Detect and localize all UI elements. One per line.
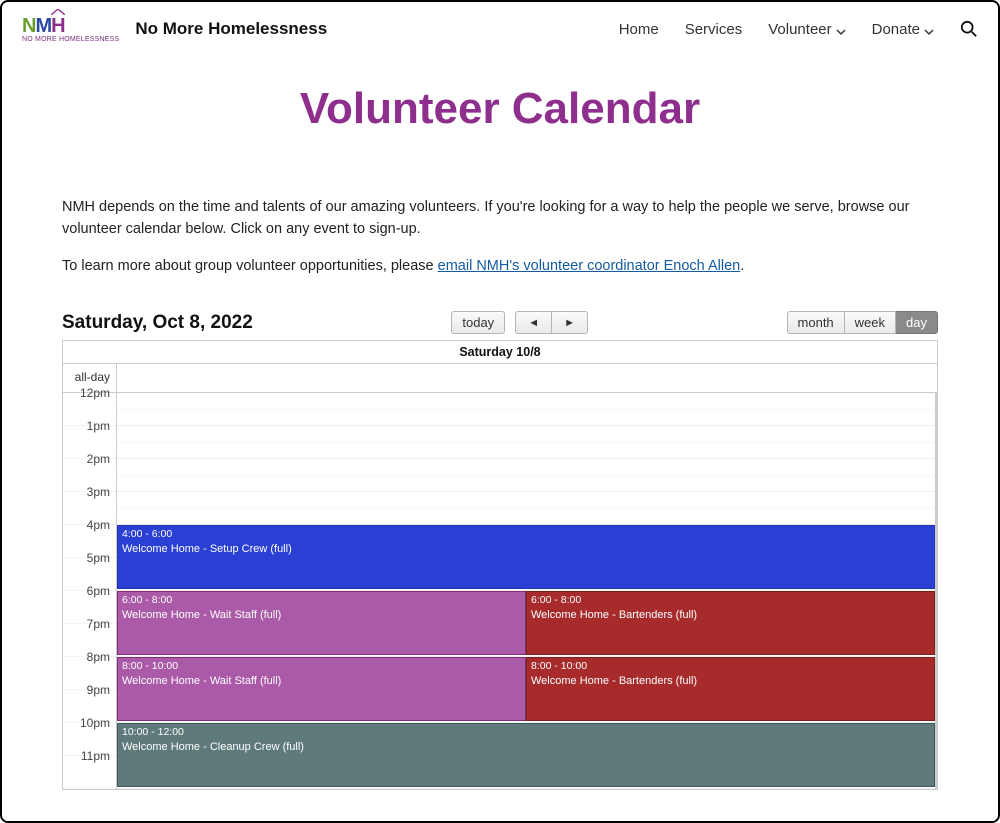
- event-bartenders-1[interactable]: 6:00 - 8:00 Welcome Home - Bartenders (f…: [526, 591, 935, 655]
- hour-label: 8pm: [87, 650, 110, 664]
- event-title: Welcome Home - Setup Crew (full): [122, 542, 930, 556]
- hour-label: 12pm: [80, 386, 110, 400]
- time-slots[interactable]: 4:00 - 6:00 Welcome Home - Setup Crew (f…: [117, 393, 937, 789]
- hour-label: 2pm: [87, 452, 110, 466]
- logo-tagline: NO MORE HOMELESSNESS: [22, 36, 119, 43]
- site-header: NMH NO MORE HOMELESSNESS No More Homeles…: [2, 2, 998, 56]
- event-title: Welcome Home - Cleanup Crew (full): [122, 740, 930, 754]
- calendar-toolbar: Saturday, Oct 8, 2022 today ◄ ► month we…: [62, 311, 938, 334]
- month-view-button[interactable]: month: [787, 311, 845, 334]
- learn-prefix: To learn more about group volunteer oppo…: [62, 258, 438, 274]
- volunteer-coordinator-email-link[interactable]: email NMH's volunteer coordinator Enoch …: [438, 258, 741, 274]
- intro-paragraph: NMH depends on the time and talents of o…: [62, 196, 938, 241]
- hour-label: 1pm: [87, 419, 110, 433]
- next-button[interactable]: ►: [552, 311, 588, 334]
- event-time: 6:00 - 8:00: [531, 594, 930, 608]
- event-title: Welcome Home - Wait Staff (full): [122, 608, 521, 622]
- event-time: 10:00 - 12:00: [122, 726, 930, 740]
- intro-text: NMH depends on the time and talents of o…: [2, 196, 998, 277]
- site-title: No More Homelessness: [135, 19, 327, 39]
- event-time: 8:00 - 10:00: [122, 660, 521, 674]
- event-time: 8:00 - 10:00: [531, 660, 930, 674]
- nav-volunteer[interactable]: Volunteer: [768, 21, 845, 38]
- view-button-group: month week day: [787, 311, 938, 334]
- allday-cell[interactable]: [117, 364, 937, 392]
- hour-label: 9pm: [87, 683, 110, 697]
- hour-label: 11pm: [81, 749, 110, 763]
- chevron-down-icon: [924, 24, 934, 34]
- week-view-button[interactable]: week: [845, 311, 896, 334]
- hour-label: 6pm: [87, 584, 110, 598]
- event-setup-crew[interactable]: 4:00 - 6:00 Welcome Home - Setup Crew (f…: [117, 525, 935, 589]
- page-title: Volunteer Calendar: [2, 84, 998, 134]
- event-wait-staff-2[interactable]: 8:00 - 10:00 Welcome Home - Wait Staff (…: [117, 657, 526, 721]
- nav-donate-label: Donate: [872, 21, 920, 38]
- hour-label: 3pm: [87, 485, 110, 499]
- event-time: 4:00 - 6:00: [122, 528, 930, 542]
- nav-services[interactable]: Services: [685, 21, 743, 38]
- event-wait-staff-1[interactable]: 6:00 - 8:00 Welcome Home - Wait Staff (f…: [117, 591, 526, 655]
- prev-button[interactable]: ◄: [515, 311, 552, 334]
- learn-suffix: .: [740, 258, 744, 274]
- search-icon: [960, 20, 978, 38]
- event-bartenders-2[interactable]: 8:00 - 10:00 Welcome Home - Bartenders (…: [526, 657, 935, 721]
- event-cleanup-crew[interactable]: 10:00 - 12:00 Welcome Home - Cleanup Cre…: [117, 723, 935, 787]
- site-logo[interactable]: NMH NO MORE HOMELESSNESS No More Homeles…: [22, 15, 327, 43]
- today-button[interactable]: today: [451, 311, 505, 334]
- allday-row: all-day: [63, 364, 937, 393]
- event-title: Welcome Home - Bartenders (full): [531, 608, 930, 622]
- nav-home-label: Home: [619, 21, 659, 38]
- day-header: Saturday 10/8: [63, 341, 937, 364]
- logo-mark: NMH: [22, 15, 119, 38]
- chevron-down-icon: [836, 24, 846, 34]
- search-button[interactable]: [960, 20, 978, 38]
- hour-label: 10pm: [80, 716, 110, 730]
- hour-label: 7pm: [87, 617, 110, 631]
- event-title: Welcome Home - Wait Staff (full): [122, 674, 521, 688]
- time-axis: 12pm 1pm 2pm 3pm 4pm 5pm 6pm 7pm 8pm 9pm…: [63, 393, 117, 789]
- event-time: 6:00 - 8:00: [122, 594, 521, 608]
- hour-label: 4pm: [87, 518, 110, 532]
- nav-donate[interactable]: Donate: [872, 21, 934, 38]
- hour-label: 5pm: [87, 551, 110, 565]
- calendar-grid: Saturday 10/8 all-day 12pm 1pm 2pm 3pm 4…: [62, 340, 938, 790]
- day-view-button[interactable]: day: [896, 311, 938, 334]
- calendar: Saturday, Oct 8, 2022 today ◄ ► month we…: [2, 311, 998, 790]
- learn-more-paragraph: To learn more about group volunteer oppo…: [62, 255, 938, 277]
- event-title: Welcome Home - Bartenders (full): [531, 674, 930, 688]
- nav-home[interactable]: Home: [619, 21, 659, 38]
- nav-button-group: ◄ ►: [515, 311, 588, 334]
- main-nav: Home Services Volunteer Donate: [619, 20, 978, 38]
- nav-services-label: Services: [685, 21, 743, 38]
- calendar-date-title: Saturday, Oct 8, 2022: [62, 312, 253, 334]
- nav-volunteer-label: Volunteer: [768, 21, 831, 38]
